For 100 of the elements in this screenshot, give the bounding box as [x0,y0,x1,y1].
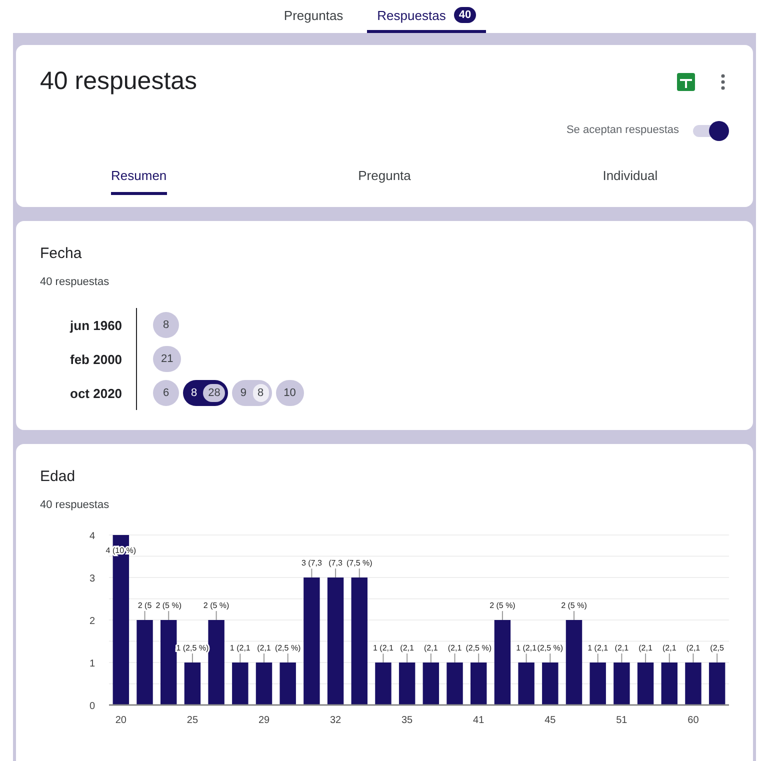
value-label: 2 (5 %) [203,601,230,610]
bar [614,662,630,705]
more-icon[interactable] [721,74,725,90]
bar [398,662,416,705]
leader-line [692,653,694,663]
axis-label: 45 [544,715,556,726]
leader-line [526,653,527,663]
axis-label: 35 [402,715,413,726]
axis-label: 51 [616,715,628,726]
response-count: 40 respuestas [40,276,110,288]
bar [256,662,272,705]
day-chip[interactable]: 8 28 [183,380,228,406]
value-label: (2,1 [686,644,700,652]
count-badge: 40 [454,7,476,23]
axis-label: 25 [186,715,198,726]
responses-title: 40 respuestas [40,67,198,96]
value-label: 1 (2,1 [516,644,537,652]
day-chip[interactable]: 9 8 [232,380,272,406]
leader-line [478,653,480,663]
response-count: 40 respuestas [40,499,110,511]
axis-label: 29 [258,715,270,726]
axis-label: 0 [89,701,95,712]
leader-line [550,653,551,663]
question-title: Edad [40,468,76,485]
day-chip[interactable]: 21 [153,346,182,372]
leader-line [311,568,312,578]
leader-line [668,653,670,663]
bar [590,662,606,705]
value-label: 1 (2,1 [373,644,394,652]
summary-tab[interactable]: Resumen [16,160,262,207]
value-label: (2,5 %) [466,644,492,652]
leader-line [716,653,718,663]
spreadsheet-icon[interactable] [677,72,695,90]
leader-line [287,653,288,663]
value-label: (2,1 [400,644,414,652]
bar [708,662,726,705]
value-label: (2,1 [638,644,652,652]
value-label: (2,1 [448,644,462,652]
value-label: (7,3 [328,558,342,568]
bar [637,662,654,705]
bar [232,662,248,705]
leader-line [430,653,432,663]
bar [542,662,558,705]
value-label: 2 (5 %) [490,601,516,610]
value-label: (2,1 [424,644,438,652]
value-label: (2,1 [614,644,629,652]
value-label: (2,1 [257,644,271,652]
accepting-label: Se aceptan respuestas [566,124,679,136]
value-label: 2 (5 [138,601,152,610]
month-label: feb 2000 [70,350,122,368]
bar [518,662,534,705]
day-chip[interactable]: 10 [276,380,304,406]
day-chip[interactable]: 8 [153,312,180,338]
axis-label: 2 [89,616,95,627]
leader-line [502,610,503,620]
axis-label: 41 [473,715,484,726]
question-title: Fecha [40,245,83,262]
leader-line [144,610,146,620]
leader-line [240,653,241,663]
leader-line [168,610,170,620]
bar [446,662,463,705]
bar [661,662,678,705]
leader-line [382,653,384,663]
top-tab[interactable]: Preguntas [274,0,354,33]
value-label: 1 (2,1 [230,644,250,652]
axis-label: 4 [89,531,95,542]
summary-tab[interactable]: Pregunta [262,160,508,207]
value-label: 1 (2,1 [588,644,608,652]
axis-label: 1 [89,658,95,670]
accepting-toggle[interactable] [693,120,729,140]
axis-label: 32 [330,715,342,726]
value-label: 3 (7,3 [301,558,322,568]
day-chip[interactable]: 6 [153,380,180,406]
leader-line [216,610,217,620]
leader-line [192,653,193,663]
leader-line [597,653,598,663]
bar [685,662,702,705]
axis-label: 3 [89,574,95,584]
summary-tab[interactable]: Individual [507,160,754,207]
value-label: (2,1 [662,644,676,652]
axis-label: 20 [115,715,126,726]
bar [422,662,440,705]
leader-line [335,568,336,578]
leader-line [645,653,646,663]
value-label: 2 (5 %) [561,601,587,610]
value-label: 2 (5 %) [156,601,182,610]
leader-line [406,653,408,663]
leader-line [621,653,622,663]
value-label: (2,5 %) [537,644,564,652]
leader-line [358,568,360,578]
month-label: jun 1960 [70,316,122,335]
value-label: (2,5 [710,644,724,652]
axis-label: 60 [688,715,699,726]
bar [375,662,392,705]
month-label: oct 2020 [70,384,122,402]
value-label: (7,5 %) [346,558,372,568]
bar [280,662,296,705]
leader-line [454,653,456,663]
value-label: (2,5 %) [274,644,301,652]
bar [184,662,201,705]
